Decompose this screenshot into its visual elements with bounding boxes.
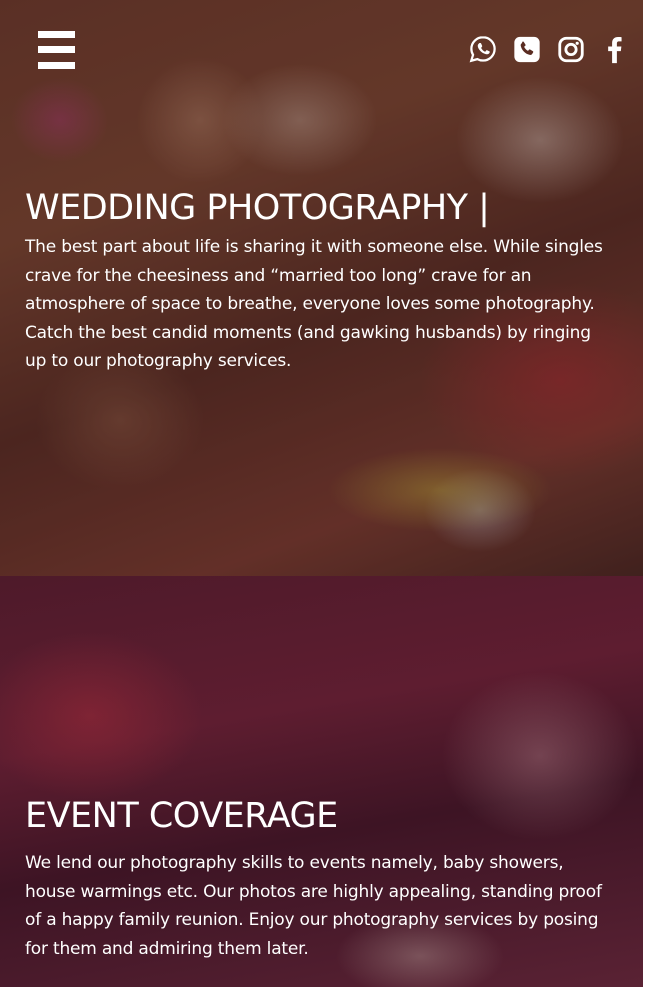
event-coverage-section: EVENT COVERAGE We lend our photography s… <box>0 576 643 987</box>
wedding-title: WEDDING PHOTOGRAPHY | <box>25 188 490 228</box>
wedding-photography-section: WEDDING PHOTOGRAPHY | The best part abou… <box>0 0 643 576</box>
event-content: EVENT COVERAGE We lend our photography s… <box>25 796 615 963</box>
instagram-icon[interactable] <box>556 32 586 66</box>
wedding-description: The best part about life is sharing it w… <box>25 237 603 372</box>
menu-bar-middle <box>38 46 75 53</box>
hamburger-menu-icon[interactable] <box>38 31 75 69</box>
facebook-icon[interactable] <box>600 32 630 66</box>
whatsapp-icon[interactable] <box>468 32 498 66</box>
menu-bar-bottom <box>38 62 75 69</box>
menu-bar-top <box>38 31 75 38</box>
event-description: We lend our photography skills to events… <box>25 853 602 959</box>
phone-icon[interactable] <box>512 32 542 66</box>
wedding-content: WEDDING PHOTOGRAPHY | The best part abou… <box>25 188 615 376</box>
event-title: EVENT COVERAGE <box>25 796 338 836</box>
social-links <box>468 32 630 66</box>
